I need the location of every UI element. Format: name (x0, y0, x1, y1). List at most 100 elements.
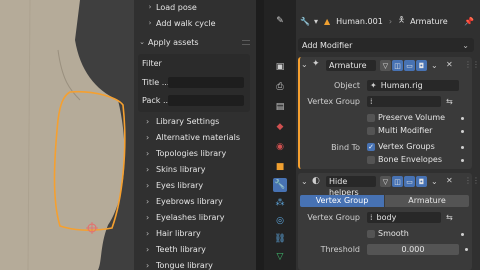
drag-handle-icon[interactable]: ⋮⋮ (464, 176, 480, 185)
object-value: Human.rig (380, 81, 423, 90)
chevron-right-icon: › (146, 213, 150, 222)
constraints-icon[interactable]: ⛓ (273, 232, 287, 246)
tool-icon[interactable]: ✎ (273, 14, 287, 28)
render-toggle-icon[interactable]: ◘ (416, 176, 427, 187)
preserve-volume-checkbox[interactable] (367, 114, 375, 122)
apply-assets-label: Apply assets (148, 37, 199, 47)
properties-header: 🔧 ▾ ▲ Human.001 › 🯅 Armature 📌 (296, 10, 480, 32)
apply-assets-header[interactable]: ⌄ Apply assets (136, 35, 199, 49)
smooth-checkbox[interactable] (367, 230, 375, 238)
library-item[interactable]: › Library Settings (146, 117, 219, 126)
library-item-label: Eyebrows library (156, 197, 223, 206)
dropdown-icon[interactable]: ⌄ (431, 61, 438, 70)
keyframe-dot[interactable] (461, 117, 464, 120)
tab-vertex-group[interactable]: Vertex Group (300, 195, 384, 207)
load-pose-label: Load pose (156, 2, 197, 12)
pack-filter-label: Pack ... (142, 96, 171, 105)
keyframe-dot[interactable] (461, 146, 464, 149)
library-item-label: Eyelashes library (156, 213, 225, 222)
dropdown-icon[interactable]: ⌄ (431, 177, 438, 186)
keyframe-dot[interactable] (461, 233, 464, 236)
chevron-right-icon: › (146, 165, 150, 174)
multi-modifier-checkbox[interactable] (367, 127, 375, 135)
keyframe-dot[interactable] (465, 248, 468, 251)
mask-modifier-icon: ◐ (312, 176, 320, 186)
keyframe-dot[interactable] (461, 159, 464, 162)
output-icon[interactable]: ⎙ (273, 80, 287, 94)
drag-handle-icon[interactable] (242, 40, 250, 45)
character-mesh (0, 0, 126, 270)
threshold-label: Threshold (320, 245, 360, 254)
modifier-name-field[interactable]: Hide helpers (326, 176, 376, 197)
vertex-group-field[interactable]: ⁞ body (367, 212, 441, 223)
add-modifier-dropdown[interactable]: Add Modifier ⌄ (298, 38, 474, 52)
library-item[interactable]: › Tongue library (146, 261, 213, 270)
area-divider[interactable] (256, 0, 264, 270)
collapse-icon[interactable]: ⌄ (301, 177, 308, 186)
render-toggle-icon[interactable]: ◘ (416, 60, 427, 71)
world-icon[interactable]: ◉ (273, 140, 287, 154)
add-walk-cycle-row[interactable]: › Add walk cycle (144, 16, 216, 30)
invert-icon[interactable]: ⇆ (446, 97, 453, 106)
vertex-group-icon: ⁞ (370, 97, 373, 106)
library-item[interactable]: › Eyes library (146, 181, 203, 190)
render-icon[interactable]: ▣ (273, 60, 287, 74)
library-item[interactable]: › Topologies library (146, 149, 226, 158)
realtime-icon[interactable]: ▭ (404, 176, 415, 187)
chevron-right-icon: › (148, 19, 152, 27)
physics-icon[interactable]: ◎ (273, 214, 287, 228)
bind-to-label: Bind To (331, 143, 360, 152)
realtime-icon[interactable]: ▭ (404, 60, 415, 71)
chevron-right-icon: › (146, 117, 150, 126)
vertex-groups-checkbox[interactable]: ✓ (367, 143, 375, 151)
3d-viewport[interactable] (0, 0, 134, 270)
load-pose-row[interactable]: › Load pose (144, 0, 197, 14)
modifier-name-field[interactable]: Armature (326, 60, 376, 71)
library-item[interactable]: › Eyebrows library (146, 197, 223, 206)
library-item[interactable]: › Skins library (146, 165, 205, 174)
invert-icon[interactable]: ⇆ (446, 213, 453, 222)
chevron-right-icon: › (146, 229, 150, 238)
object-icon[interactable]: ■ (273, 160, 287, 174)
library-item-label: Skins library (156, 165, 206, 174)
scene-icon[interactable]: ◆ (273, 120, 287, 134)
object-name[interactable]: Human.001 (336, 17, 383, 26)
chevron-right-icon: › (146, 197, 150, 206)
view-layer-icon[interactable]: ▤ (273, 100, 287, 114)
particles-icon[interactable]: ⁂ (273, 196, 287, 210)
bone-envelopes-checkbox[interactable] (367, 156, 375, 164)
tab-armature[interactable]: Armature (385, 195, 469, 207)
armature-breadcrumb[interactable]: Armature (410, 17, 448, 26)
vertex-group-label: Vertex Group (307, 213, 360, 222)
pin-icon[interactable]: 📌 (464, 17, 474, 26)
edit-mode-icon[interactable]: ▽ (380, 176, 391, 187)
chevron-right-icon: › (146, 261, 150, 270)
library-item[interactable]: › Hair library (146, 229, 201, 238)
add-walk-cycle-label: Add walk cycle (156, 18, 216, 28)
close-icon[interactable]: ✕ (446, 176, 453, 185)
chevron-right-icon: › (146, 245, 150, 254)
chevron-down-icon: ⌄ (139, 38, 145, 46)
title-filter-input[interactable] (168, 77, 244, 88)
vertex-group-label: Vertex Group (307, 97, 360, 106)
pack-filter-input[interactable] (168, 95, 244, 106)
wrench-icon[interactable]: 🔧 (273, 178, 287, 192)
breadcrumb-separator: › (388, 16, 393, 26)
preserve-volume-label: Preserve Volume (378, 113, 446, 122)
cage-icon[interactable]: ◫ (392, 60, 403, 71)
collapse-icon[interactable]: ⌄ (301, 60, 308, 69)
keyframe-dot[interactable] (461, 130, 464, 133)
drag-handle-icon[interactable]: ⋮⋮ (464, 60, 480, 69)
library-item[interactable]: › Eyelashes library (146, 213, 224, 222)
multi-modifier-label: Multi Modifier (378, 126, 433, 135)
data-icon[interactable]: ▽ (273, 250, 287, 264)
object-field[interactable]: ✦ Human.rig (367, 80, 459, 91)
threshold-field[interactable]: 0.000 (367, 244, 459, 255)
armature-modifier-icon: ✦ (312, 59, 320, 69)
cage-icon[interactable]: ◫ (392, 176, 403, 187)
library-item[interactable]: › Alternative materials (146, 133, 240, 142)
library-item[interactable]: › Teeth library (146, 245, 206, 254)
edit-mode-icon[interactable]: ▽ (380, 60, 391, 71)
vertex-group-field[interactable]: ⁞ (367, 96, 441, 107)
close-icon[interactable]: ✕ (446, 60, 453, 69)
